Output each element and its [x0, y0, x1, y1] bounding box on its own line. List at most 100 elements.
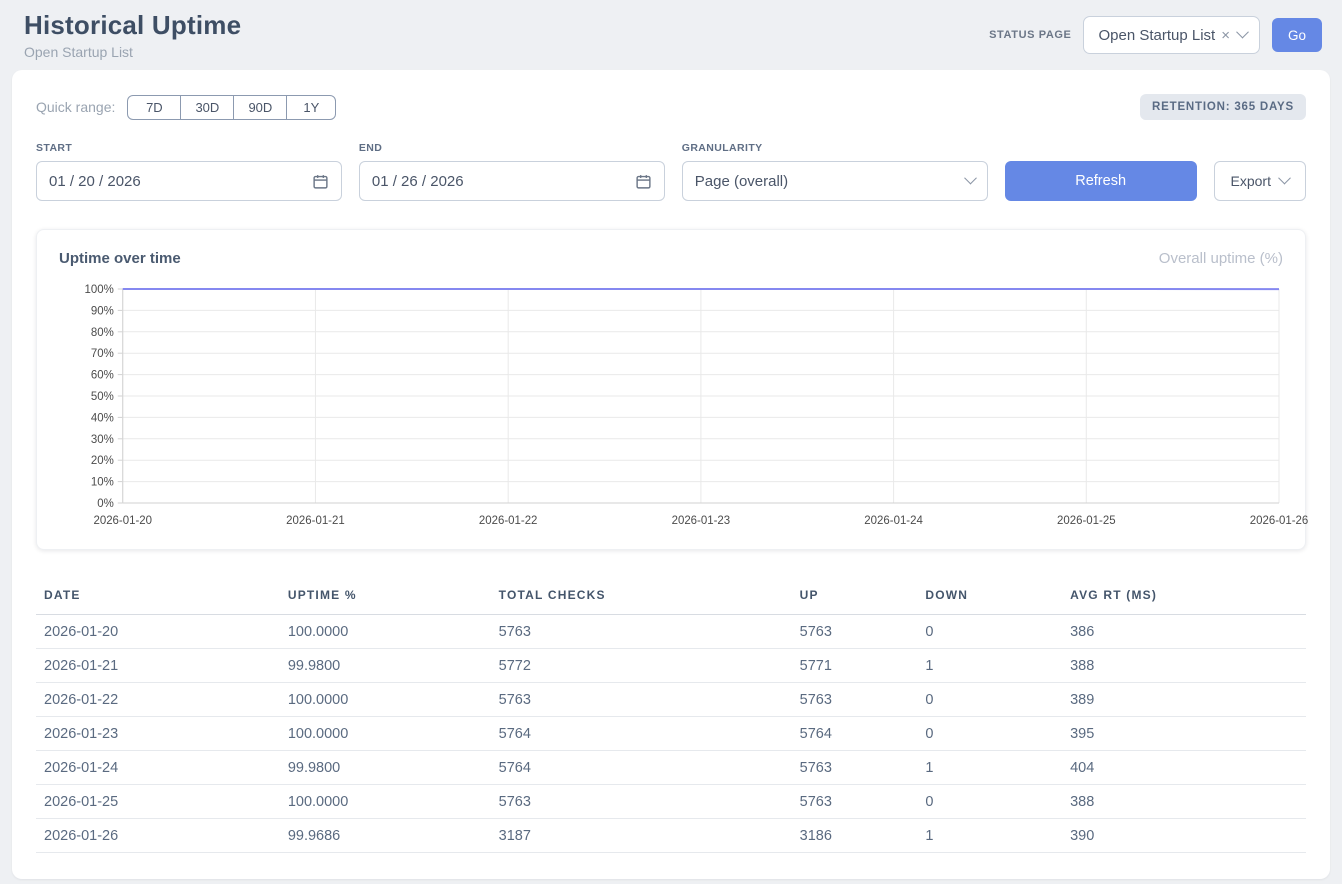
start-date-field: START 01 / 20 / 2026 [36, 142, 342, 201]
svg-text:2026-01-22: 2026-01-22 [479, 515, 538, 527]
quick-range-30d[interactable]: 30D [180, 95, 234, 120]
svg-text:30%: 30% [91, 434, 114, 446]
svg-text:2026-01-21: 2026-01-21 [286, 515, 345, 527]
granularity-selected-value: Page (overall) [695, 173, 788, 190]
table-cell: 3187 [491, 819, 792, 853]
calendar-icon[interactable] [312, 173, 329, 190]
table-cell: 5764 [792, 717, 918, 751]
table-cell: 99.9800 [280, 751, 491, 785]
chart-legend: Overall uptime (%) [1159, 250, 1283, 267]
start-date-label: START [36, 142, 342, 154]
table-row: 2026-01-2499.9800576457631404 [36, 751, 1306, 785]
table-cell: 5764 [491, 751, 792, 785]
table-cell: 5763 [792, 683, 918, 717]
status-page-select[interactable]: Open Startup List × [1083, 16, 1260, 54]
table-cell: 2026-01-21 [36, 649, 280, 683]
table-cell: 5763 [792, 785, 918, 819]
svg-text:40%: 40% [91, 412, 114, 424]
retention-badge: RETENTION: 365 DAYS [1140, 94, 1306, 120]
chart-header: Uptime over time Overall uptime (%) [59, 250, 1283, 267]
table-cell: 100.0000 [280, 683, 491, 717]
table-cell: 5764 [491, 717, 792, 751]
quick-range-7d[interactable]: 7D [127, 95, 181, 120]
start-date-input[interactable]: 01 / 20 / 2026 [36, 161, 342, 201]
table-row: 2026-01-22100.0000576357630389 [36, 683, 1306, 717]
table-cell: 100.0000 [280, 717, 491, 751]
table-cell: 99.9800 [280, 649, 491, 683]
table-row: 2026-01-20100.0000576357630386 [36, 615, 1306, 649]
svg-text:80%: 80% [91, 327, 114, 339]
end-date-input[interactable]: 01 / 26 / 2026 [359, 161, 665, 201]
go-button[interactable]: Go [1272, 18, 1322, 52]
svg-text:2026-01-20: 2026-01-20 [93, 515, 152, 527]
granularity-select[interactable]: Page (overall) [682, 161, 988, 201]
refresh-button[interactable]: Refresh [1005, 161, 1197, 201]
svg-text:90%: 90% [91, 305, 114, 317]
close-icon[interactable]: × [1221, 27, 1230, 44]
table-row: 2026-01-25100.0000576357630388 [36, 785, 1306, 819]
column-header: UPTIME % [280, 578, 491, 615]
table-cell: 0 [917, 615, 1062, 649]
table-cell: 99.9686 [280, 819, 491, 853]
table-cell: 100.0000 [280, 615, 491, 649]
table-row: 2026-01-2199.9800577257711388 [36, 649, 1306, 683]
table-cell: 0 [917, 717, 1062, 751]
granularity-field: GRANULARITY Page (overall) [682, 142, 988, 201]
svg-text:0%: 0% [97, 498, 114, 510]
table-cell: 1 [917, 819, 1062, 853]
table-cell: 2026-01-22 [36, 683, 280, 717]
table-cell: 0 [917, 785, 1062, 819]
table-cell: 5763 [491, 785, 792, 819]
svg-text:10%: 10% [91, 477, 114, 489]
table-cell: 2026-01-23 [36, 717, 280, 751]
table-cell: 0 [917, 683, 1062, 717]
table-cell: 388 [1062, 649, 1306, 683]
svg-text:2026-01-25: 2026-01-25 [1057, 515, 1116, 527]
table-row: 2026-01-2699.9686318731861390 [36, 819, 1306, 853]
column-header: DATE [36, 578, 280, 615]
export-button[interactable]: Export [1214, 161, 1306, 201]
table-cell: 5763 [792, 615, 918, 649]
header-right: STATUS PAGE Open Startup List × Go [989, 16, 1322, 54]
svg-text:20%: 20% [91, 455, 114, 467]
page-title: Historical Uptime [24, 10, 241, 41]
granularity-label: GRANULARITY [682, 142, 988, 154]
table-cell: 1 [917, 649, 1062, 683]
svg-text:50%: 50% [91, 391, 114, 403]
table-cell: 388 [1062, 785, 1306, 819]
svg-text:2026-01-24: 2026-01-24 [864, 515, 923, 527]
table-cell: 395 [1062, 717, 1306, 751]
table-cell: 1 [917, 751, 1062, 785]
quick-range-90d[interactable]: 90D [233, 95, 287, 120]
svg-text:2026-01-26: 2026-01-26 [1250, 515, 1309, 527]
table-cell: 390 [1062, 819, 1306, 853]
calendar-icon[interactable] [635, 173, 652, 190]
table-cell: 5763 [792, 751, 918, 785]
svg-text:100%: 100% [84, 284, 113, 296]
quick-range-row: Quick range: 7D30D90D1Y RETENTION: 365 D… [36, 94, 1306, 120]
quick-range-buttons: 7D30D90D1Y [127, 95, 336, 120]
column-header: UP [792, 578, 918, 615]
main-panel: Quick range: 7D30D90D1Y RETENTION: 365 D… [12, 70, 1330, 879]
table-cell: 2026-01-20 [36, 615, 280, 649]
table-cell: 5771 [792, 649, 918, 683]
status-page-label: STATUS PAGE [989, 29, 1071, 41]
uptime-table-body: 2026-01-20100.00005763576303862026-01-21… [36, 615, 1306, 853]
column-header: AVG RT (MS) [1062, 578, 1306, 615]
table-cell: 2026-01-25 [36, 785, 280, 819]
table-row: 2026-01-23100.0000576457640395 [36, 717, 1306, 751]
page-header: Historical Uptime Open Startup List STAT… [0, 0, 1342, 68]
uptime-chart-card: Uptime over time Overall uptime (%) 0% 10… [36, 229, 1306, 550]
table-cell: 386 [1062, 615, 1306, 649]
table-cell: 404 [1062, 751, 1306, 785]
column-header: DOWN [917, 578, 1062, 615]
quick-range-1y[interactable]: 1Y [286, 95, 336, 120]
end-date-value: 01 / 26 / 2026 [372, 173, 464, 190]
chevron-down-icon [1278, 171, 1291, 184]
export-button-label: Export [1231, 173, 1271, 189]
end-date-label: END [359, 142, 665, 154]
uptime-table: DATEUPTIME %TOTAL CHECKSUPDOWNAVG RT (MS… [36, 578, 1306, 853]
table-cell: 2026-01-26 [36, 819, 280, 853]
page-heading: Historical Uptime Open Startup List [24, 10, 241, 60]
page-subtitle: Open Startup List [24, 44, 241, 60]
